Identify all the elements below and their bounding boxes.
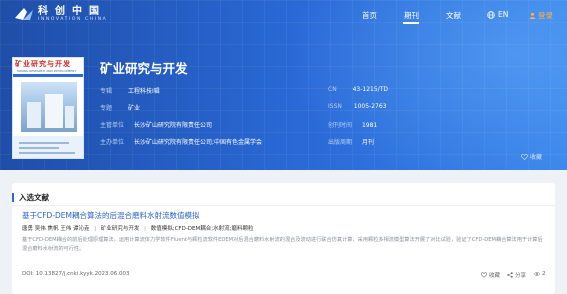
- cover-subtitle: MINING RESEARCH AND DEVELOPMENT: [17, 69, 77, 73]
- meta-value: 月刊: [361, 139, 374, 146]
- meta-value: 矿业: [127, 105, 140, 112]
- nav-journal[interactable]: 期刊: [404, 10, 419, 21]
- article-authors: 唐勇 吴伟 焦帆 王伟 谭沁垚: [22, 226, 90, 232]
- meta-frequency: 出版周期 月刊: [328, 137, 374, 146]
- heart-icon: [521, 153, 528, 160]
- active-tab-indicator: [403, 22, 419, 24]
- cover-band: [13, 74, 83, 77]
- meta-supervisor: 主管单位 长沙矿山研究院有限责任公司: [100, 120, 212, 129]
- meta-key: CN: [328, 86, 337, 93]
- meta-issn: ISSN 1005-2763: [328, 103, 387, 110]
- article-title-link[interactable]: 基于CFD-DEM耦合算法的后混合磨料水射流数值模拟: [22, 210, 200, 221]
- meta-value: 长沙矿山研究院有限责任公司;中国有色金属学会: [133, 139, 262, 146]
- top-navigation: 科创中国 INNOVATION CHINA 首页 期刊 文献 EN 登录: [0, 0, 567, 30]
- view-count-value: 2: [542, 271, 546, 277]
- article-share-button[interactable]: 分享: [507, 271, 526, 279]
- article-share-label: 分享: [515, 273, 527, 279]
- meta-value: 43-1215/TD: [352, 86, 388, 93]
- article-doi: DOI: 10.13827/j.cnki.kyyk.2023.06.003: [22, 271, 130, 277]
- meta-value: 1981: [361, 122, 378, 129]
- article-favorite-button[interactable]: 收藏: [481, 271, 500, 279]
- meta-founded: 创刊时间 1981: [328, 120, 377, 129]
- meta-key: 专题: [100, 105, 113, 112]
- article-journal[interactable]: 矿业研究与开发: [101, 226, 140, 232]
- meta-collection: 专辑 工程科技Ⅰ辑: [100, 86, 160, 95]
- meta-value: 1005-2763: [353, 103, 387, 110]
- section-divider: [12, 205, 555, 206]
- meta-value: 工程科技Ⅰ辑: [127, 88, 160, 95]
- site-logo[interactable]: 科创中国 INNOVATION CHINA: [14, 6, 107, 23]
- meta-key: 主管单位: [100, 122, 125, 129]
- language-label: EN: [498, 10, 509, 19]
- meta-separator: |: [144, 226, 146, 232]
- journal-title: 矿业研究与开发: [100, 61, 188, 76]
- logo-subtext: INNOVATION CHINA: [38, 17, 108, 22]
- logo-text: 科创中国: [38, 6, 106, 17]
- article-meta: 唐勇 吴伟 焦帆 王伟 谭沁垚 | 矿业研究与开发 | 数值模拟;CFD-DEM…: [22, 224, 253, 232]
- meta-key: 出版周期: [328, 139, 353, 146]
- heart-icon: [481, 272, 487, 278]
- article-keywords: 数值模拟;CFD-DEM耦合;水射流;磨料颗粒: [150, 226, 254, 232]
- nav-article[interactable]: 文献: [446, 10, 461, 21]
- cover-photo: [21, 82, 77, 132]
- favorite-label: 收藏: [530, 154, 543, 161]
- article-favorite-label: 收藏: [489, 273, 501, 279]
- eye-icon: [534, 272, 540, 276]
- journal-cover[interactable]: 矿业研究与开发 MINING RESEARCH AND DEVELOPMENT: [12, 57, 84, 159]
- favorite-journal-button[interactable]: 收藏: [521, 152, 542, 161]
- meta-key: 专辑: [100, 88, 113, 95]
- article-view-count: 2: [534, 271, 546, 277]
- meta-value: 长沙矿山研究院有限责任公司: [133, 122, 212, 129]
- language-switch[interactable]: EN: [487, 10, 508, 19]
- section-title: 入选文献: [19, 193, 49, 202]
- cover-title: 矿业研究与开发: [15, 59, 71, 68]
- nav-home[interactable]: 首页: [362, 10, 377, 21]
- meta-cn: CN 43-1215/TD: [328, 86, 388, 93]
- meta-sponsor: 主办单位 长沙矿山研究院有限责任公司;中国有色金属学会: [100, 137, 262, 146]
- globe-icon: [487, 10, 495, 19]
- login-label: 登录: [538, 11, 553, 20]
- share-icon: [507, 272, 513, 278]
- section-accent-bar: [12, 193, 14, 202]
- meta-key: 主办单位: [100, 139, 125, 146]
- article-abstract: 基于CFD-DEM耦合的前后处理原理算法，运用计算流体力学软件Fluent与颗粒…: [22, 237, 543, 252]
- meta-key: ISSN: [328, 103, 342, 110]
- section-header: 入选文献: [12, 192, 49, 203]
- meta-topic: 专题 矿业: [100, 103, 140, 112]
- user-icon: [529, 12, 536, 19]
- logo-icon: [15, 8, 33, 20]
- meta-key: 创刊时间: [328, 122, 353, 129]
- login-link[interactable]: 登录: [529, 10, 553, 21]
- cover-footer: [13, 136, 83, 158]
- meta-separator: |: [94, 226, 97, 232]
